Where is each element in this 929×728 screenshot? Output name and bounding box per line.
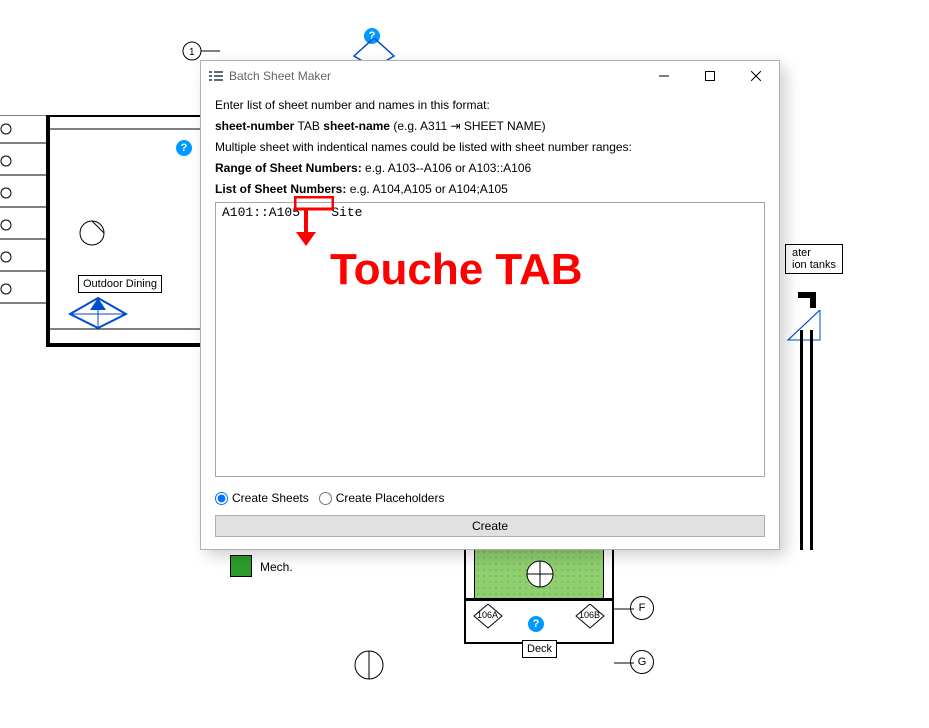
- help-icon: ?: [528, 616, 544, 632]
- window-title: Batch Sheet Maker: [229, 69, 641, 83]
- svg-text:1: 1: [189, 47, 195, 58]
- instruction-range: Range of Sheet Numbers: e.g. A103--A106 …: [215, 160, 765, 177]
- minimize-button[interactable]: [641, 61, 687, 91]
- outdoor-dining-label: Outdoor Dining: [78, 275, 162, 293]
- deck-label: Deck: [522, 640, 557, 658]
- radio-create-placeholders-label: Create Placeholders: [336, 491, 445, 505]
- tag-106a: 106A: [477, 610, 498, 620]
- batch-sheet-maker-dialog: Batch Sheet Maker Enter list of sheet nu…: [200, 60, 780, 550]
- maximize-button[interactable]: [687, 61, 733, 91]
- sheet-list-input[interactable]: [215, 202, 765, 477]
- close-button[interactable]: [733, 61, 779, 91]
- tank-label-line1: ater: [792, 247, 811, 259]
- radio-create-placeholders-input[interactable]: [319, 492, 332, 505]
- instruction-list: List of Sheet Numbers: e.g. A104,A105 or…: [215, 181, 765, 198]
- legend-swatch: [230, 555, 252, 577]
- radio-create-sheets[interactable]: Create Sheets: [215, 491, 309, 505]
- create-button[interactable]: Create: [215, 515, 765, 537]
- instruction-intro: Enter list of sheet number and names in …: [215, 97, 765, 114]
- app-icon: [209, 69, 223, 83]
- radio-create-placeholders[interactable]: Create Placeholders: [319, 491, 445, 505]
- tank-label-line2: ion tanks: [792, 259, 836, 271]
- options-row: Create Sheets Create Placeholders: [215, 477, 765, 515]
- radio-create-sheets-input[interactable]: [215, 492, 228, 505]
- instruction-format: sheet-number TAB sheet-name (e.g. A311 ⇥…: [215, 118, 765, 135]
- mech-label: Mech.: [260, 560, 293, 574]
- tag-106b: 106B: [579, 610, 600, 620]
- help-icon: ?: [176, 140, 192, 156]
- titlebar[interactable]: Batch Sheet Maker: [201, 61, 779, 91]
- tank-label: ater ion tanks: [785, 244, 843, 274]
- radio-create-sheets-label: Create Sheets: [232, 491, 309, 505]
- instruction-multi: Multiple sheet with indentical names cou…: [215, 139, 765, 156]
